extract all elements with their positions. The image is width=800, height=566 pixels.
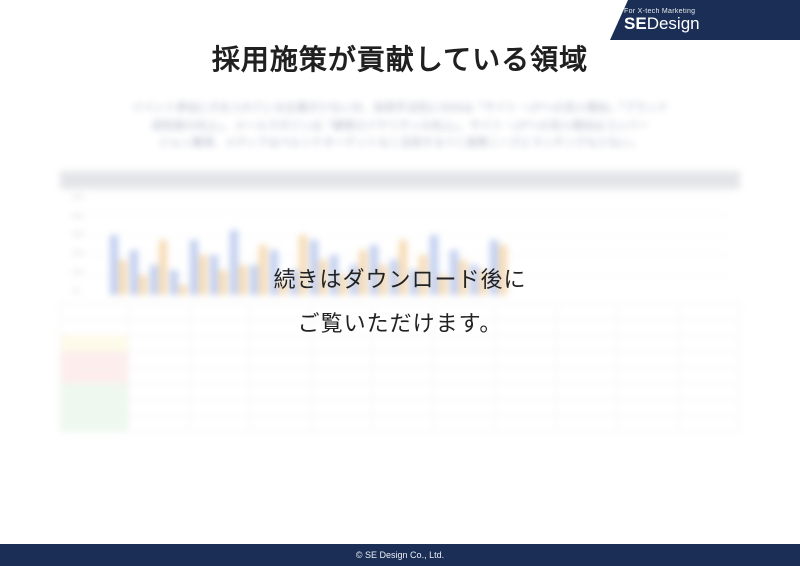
table-cell — [190, 351, 251, 367]
row-label-cell — [61, 399, 129, 415]
para-line: イベント参加に力を入れている企業が少ない分、採用手法別にSNSは「サイト・LPへ… — [132, 102, 668, 114]
table-cell — [434, 383, 495, 399]
axis-tick: 40% — [72, 214, 102, 220]
row-label-cell — [61, 383, 129, 399]
chart-header-strip — [60, 171, 740, 189]
table-cell — [373, 383, 434, 399]
footer-copyright: © SE Design Co., Ltd. — [0, 544, 800, 566]
table-row — [61, 383, 740, 399]
axis-tick: 50% — [72, 195, 102, 201]
table-cell — [251, 383, 312, 399]
row-label-cell — [61, 351, 129, 367]
row-label-cell — [61, 367, 129, 383]
row-label-cell — [61, 415, 129, 431]
table-cell — [495, 415, 556, 431]
table-cell — [495, 383, 556, 399]
table-cell — [556, 399, 617, 415]
table-cell — [128, 415, 189, 431]
table-row — [61, 399, 740, 415]
table-cell — [190, 415, 251, 431]
table-cell — [373, 367, 434, 383]
table-cell — [312, 399, 373, 415]
table-cell — [190, 383, 251, 399]
table-cell — [434, 351, 495, 367]
table-cell — [190, 399, 251, 415]
table-cell — [556, 415, 617, 431]
table-cell — [251, 415, 312, 431]
para-line: 認知度の向上」、メールマガジンは「顧客ロイヤリティの向上」、サイト・LPへの流入… — [152, 120, 648, 132]
table-row — [61, 367, 740, 383]
table-cell — [556, 351, 617, 367]
overlay-line-2: ご覧いただけます。 — [0, 302, 800, 346]
table-cell — [128, 351, 189, 367]
table-cell — [312, 415, 373, 431]
table-cell — [434, 399, 495, 415]
table-cell — [373, 399, 434, 415]
axis-tick: 30% — [72, 232, 102, 238]
table-cell — [556, 367, 617, 383]
intro-paragraph: イベント参加に力を入れている企業が少ない分、採用手法別にSNSは「サイト・LPへ… — [60, 100, 740, 163]
table-cell — [128, 383, 189, 399]
table-cell — [678, 367, 739, 383]
table-cell — [495, 399, 556, 415]
table-cell — [556, 383, 617, 399]
table-cell — [617, 351, 678, 367]
brand-logo-a: SE — [624, 14, 647, 33]
table-cell — [373, 415, 434, 431]
table-cell — [617, 399, 678, 415]
table-cell — [373, 351, 434, 367]
table-cell — [617, 367, 678, 383]
download-message: 続きはダウンロード後に ご覧いただけます。 — [0, 258, 800, 346]
table-cell — [678, 351, 739, 367]
table-cell — [251, 367, 312, 383]
para-line: ジョン獲得、メディアはペルソナターゲットなく活用するべく施策ニーズとマッチングも… — [159, 137, 642, 149]
table-cell — [617, 415, 678, 431]
table-cell — [434, 367, 495, 383]
axis-tick: 20% — [72, 251, 102, 257]
table-cell — [617, 383, 678, 399]
table-cell — [251, 399, 312, 415]
table-cell — [495, 367, 556, 383]
table-cell — [128, 367, 189, 383]
header-corner: For X-tech Marketing SEDesign — [610, 0, 800, 40]
header-tagline: For X-tech Marketing — [624, 8, 800, 15]
overlay-line-1: 続きはダウンロード後に — [0, 258, 800, 302]
table-cell — [678, 415, 739, 431]
slide: For X-tech Marketing SEDesign 採用施策が貢献してい… — [0, 0, 800, 566]
table-cell — [312, 367, 373, 383]
table-cell — [190, 367, 251, 383]
table-cell — [495, 351, 556, 367]
brand-logo-b: Design — [647, 14, 700, 33]
table-cell — [312, 383, 373, 399]
table-row — [61, 351, 740, 367]
table-cell — [251, 351, 312, 367]
brand-logo: SEDesign — [624, 15, 800, 32]
table-cell — [128, 399, 189, 415]
table-cell — [434, 415, 495, 431]
table-cell — [678, 383, 739, 399]
table-cell — [312, 351, 373, 367]
table-row — [61, 415, 740, 431]
table-cell — [678, 399, 739, 415]
